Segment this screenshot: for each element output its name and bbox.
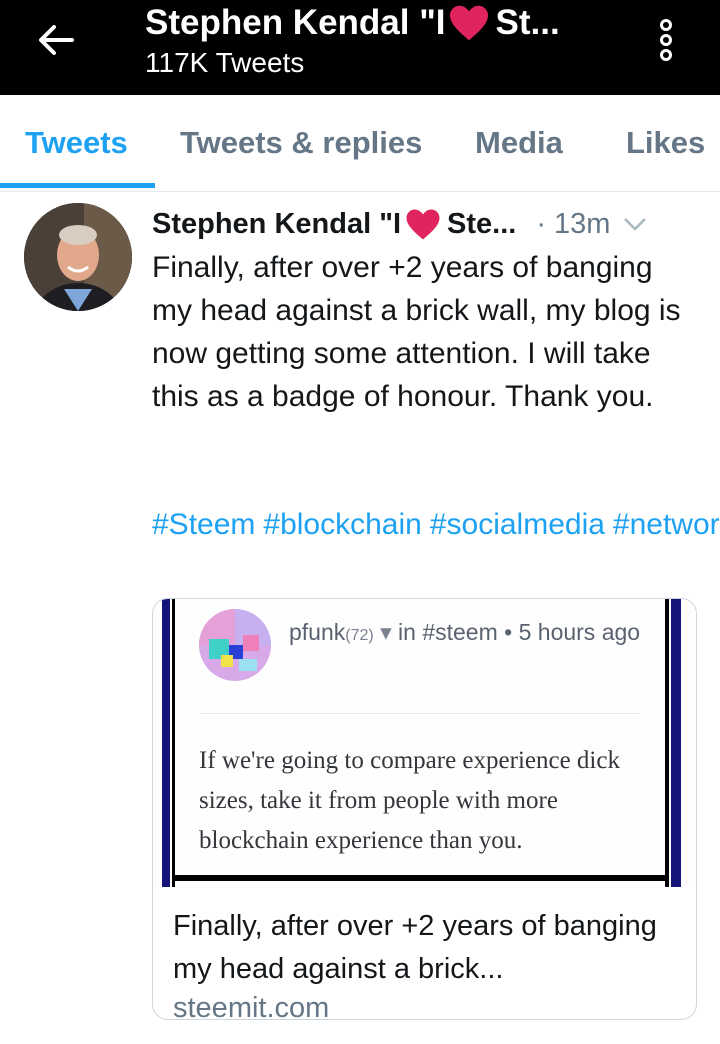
profile-header: Stephen Kendal "I St... 117K Tweets [0,0,720,95]
author-name-suffix[interactable]: Ste... [447,208,516,241]
tab-tweets-replies[interactable]: Tweets & replies [180,125,422,161]
hashtag-link[interactable]: #blockchain [263,508,421,541]
tab-tweets[interactable]: Tweets [25,125,128,161]
frame-bar [162,599,170,887]
hashtag-link[interactable]: #socialmedia [430,508,605,541]
comment-quote: If we're going to compare experience dic… [199,747,620,854]
commenter-name: pfunk [289,619,346,645]
divider [199,713,639,714]
frame-bar [172,875,669,881]
tab-likes[interactable]: Likes [626,125,705,161]
avatar-photo [24,203,132,311]
frame-bar [671,599,681,887]
overflow-menu-button[interactable] [655,16,677,76]
profile-tabs: Tweets Tweets & replies Media Likes [0,95,720,192]
hashtag-link[interactable]: #network [613,508,720,541]
header-title: Stephen Kendal "I St... [145,2,615,44]
avatar[interactable] [24,203,132,311]
link-preview-image[interactable]: pfunk(72) ▾ in #steem • 5 hours ago If w… [153,599,696,887]
tweet-timestamp[interactable]: · 13m [536,208,610,241]
back-button[interactable] [34,20,78,60]
tweet-hashtags: #Steem#blockchain #socialmedia#network [152,503,720,546]
commenter-avatar [199,609,271,681]
heart-icon [449,5,488,41]
author-name[interactable]: Stephen Kendal "I [152,208,401,241]
commenter-avatar-art [199,609,271,681]
chevron-down-icon[interactable] [622,216,648,232]
active-tab-indicator [0,183,155,188]
overflow-dot [660,49,672,61]
tweet-text: Finally, after over +2 years of banging … [152,251,681,413]
commenter-meta: pfunk(72) ▾ in #steem • 5 hours ago [289,619,641,645]
commenter-tagline: in #steem • 5 hours ago [398,619,641,645]
header-title-suffix: St... [495,3,560,42]
header-title-prefix: Stephen Kendal "I [145,3,446,42]
tab-media[interactable]: Media [475,125,563,161]
hashtag-link[interactable]: #Steem [152,508,255,541]
tweet-author-line: Stephen Kendal "I Ste... · 13m [152,202,697,246]
arrow-left-icon [39,25,74,55]
tweet-count: 117K Tweets [145,47,305,78]
link-preview-card[interactable]: pfunk(72) ▾ in #steem • 5 hours ago If w… [152,598,697,1020]
header-title-block: Stephen Kendal "I St... 117K Tweets [145,2,615,80]
overflow-dot [660,34,672,46]
link-preview-domain: steemit.com [173,992,330,1020]
frame-bar [665,599,669,887]
overflow-menu-icon [660,19,672,31]
frame-bar [172,599,175,887]
commenter-reputation: (72) [345,627,374,644]
link-preview-title: Finally, after over +2 years of banging … [173,910,657,985]
heart-icon [406,209,440,239]
